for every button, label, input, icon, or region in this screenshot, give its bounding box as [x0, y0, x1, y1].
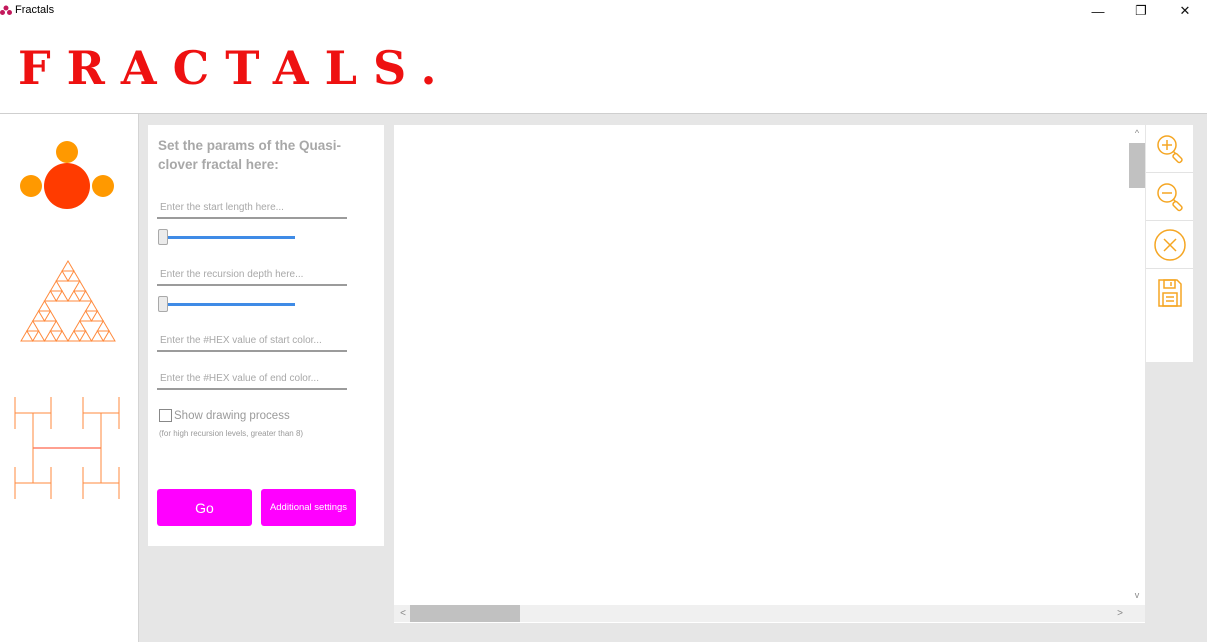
- scroll-left-icon[interactable]: <: [396, 605, 410, 622]
- show-drawing-row[interactable]: Show drawing process: [159, 409, 290, 422]
- quasi-clover-icon[interactable]: [18, 138, 116, 210]
- zoom-in-button[interactable]: [1146, 125, 1193, 173]
- horizontal-scrollbar[interactable]: < >: [394, 605, 1129, 622]
- slider-track: [163, 303, 295, 306]
- fractal-app-icon: [0, 5, 12, 15]
- vertical-scrollbar[interactable]: ^ v: [1129, 125, 1145, 605]
- show-drawing-label: Show drawing process: [174, 409, 290, 422]
- end-color-input[interactable]: [157, 369, 347, 390]
- save-button[interactable]: [1146, 269, 1193, 317]
- slider-track: [163, 236, 295, 239]
- minimize-icon: —: [1091, 3, 1105, 19]
- recursion-depth-slider[interactable]: [157, 296, 295, 312]
- vertical-scroll-thumb[interactable]: [1129, 143, 1145, 188]
- canvas-toolbar: [1146, 125, 1193, 362]
- maximize-button[interactable]: ❐: [1118, 0, 1164, 22]
- start-color-input[interactable]: [157, 331, 347, 352]
- scroll-corner: [1129, 605, 1145, 622]
- scroll-up-icon[interactable]: ^: [1129, 125, 1145, 141]
- window-title: Fractals: [15, 4, 55, 16]
- minimize-button[interactable]: —: [1075, 0, 1121, 22]
- zoom-out-icon: [1156, 182, 1183, 211]
- additional-settings-button[interactable]: Additional settings: [261, 489, 356, 526]
- zoom-out-button[interactable]: [1146, 173, 1193, 221]
- recursion-hint: (for high recursion levels, greater than…: [159, 429, 304, 438]
- params-title: Set the params of the Quasi-clover fract…: [158, 138, 342, 172]
- brand-logo: FRACTALS.: [18, 41, 453, 95]
- drawing-canvas[interactable]: [394, 125, 1145, 623]
- close-icon: ✕: [1179, 3, 1191, 18]
- sierpinski-triangle-icon[interactable]: [20, 260, 116, 342]
- go-button[interactable]: Go: [157, 489, 252, 526]
- fractal-sidebar: [0, 114, 139, 642]
- title-bar: Fractals — ❐ ✕: [0, 0, 1207, 22]
- params-panel: Set the params of the Quasi-clover fract…: [148, 125, 384, 546]
- show-drawing-checkbox[interactable]: [159, 409, 172, 422]
- start-length-slider[interactable]: [157, 229, 295, 245]
- save-icon: [1157, 279, 1182, 307]
- close-circle-icon: [1153, 228, 1186, 261]
- clear-button[interactable]: [1146, 221, 1193, 269]
- close-window-button[interactable]: ✕: [1162, 0, 1207, 22]
- slider-thumb[interactable]: [158, 229, 168, 245]
- horizontal-scroll-thumb[interactable]: [410, 605, 520, 622]
- h-tree-icon[interactable]: [12, 395, 122, 502]
- slider-thumb[interactable]: [158, 296, 168, 312]
- scroll-right-icon[interactable]: >: [1113, 605, 1127, 622]
- maximize-icon: ❐: [1135, 3, 1147, 18]
- scroll-down-icon[interactable]: v: [1129, 587, 1145, 603]
- zoom-in-icon: [1156, 134, 1183, 163]
- start-length-input[interactable]: [157, 198, 347, 219]
- recursion-depth-input[interactable]: [157, 265, 347, 286]
